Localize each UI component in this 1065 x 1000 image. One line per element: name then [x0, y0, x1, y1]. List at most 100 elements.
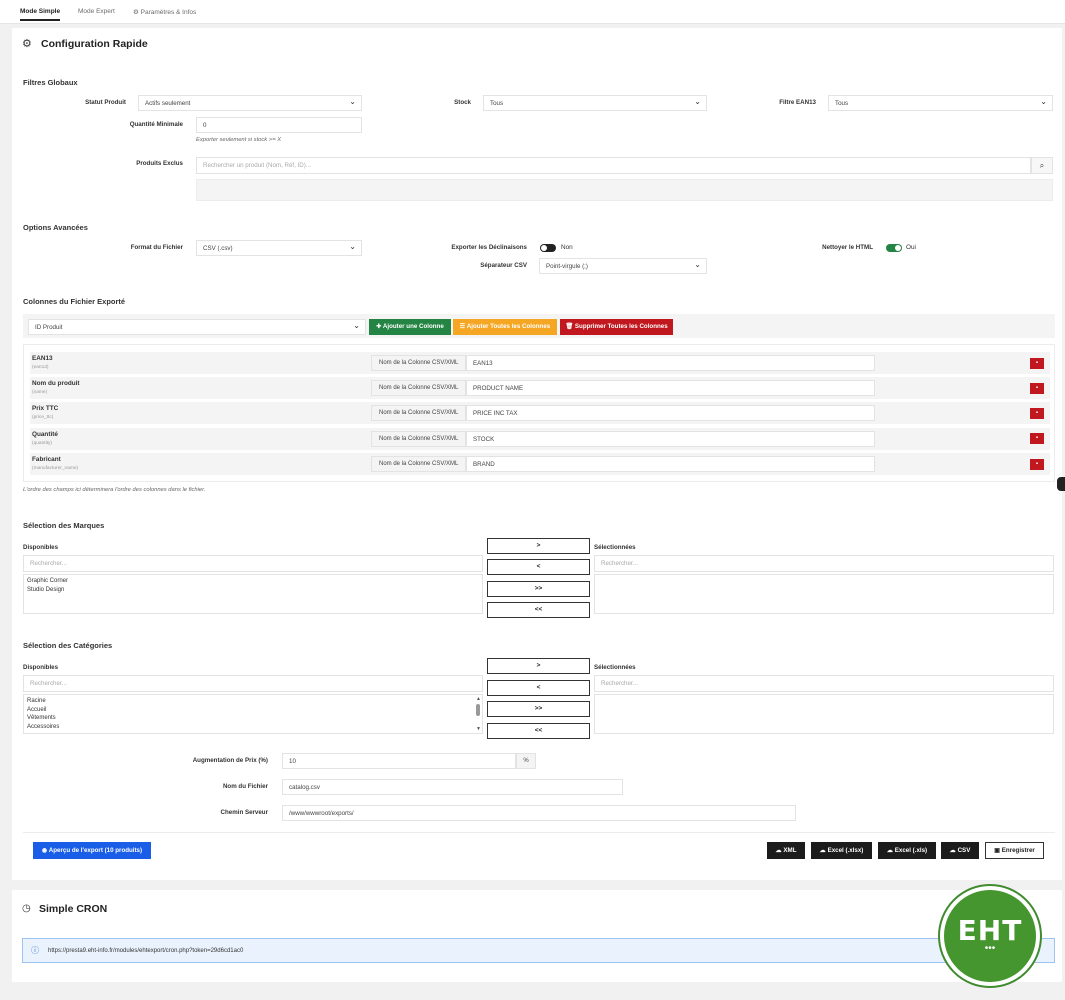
min-quantity-help: Exporter seulement si stock >= X [196, 137, 282, 143]
file-format-label: Format du Fichier [130, 244, 183, 251]
add-all-columns-label: Ajouter Toutes les Colonnes [466, 323, 551, 330]
clean-html-value: Oui [906, 244, 916, 251]
export-csv-button[interactable]: ☁ CSV [941, 842, 979, 859]
add-column-label: Ajouter une Colonne [382, 323, 444, 330]
add-all-columns-button[interactable]: ☰ Ajouter Toutes les Colonnes [453, 319, 557, 335]
clean-html-toggle[interactable] [886, 244, 902, 252]
column-name-addon: Nom de la Colonne CSV/XML [371, 355, 467, 371]
brands-remove-button[interactable]: < [487, 559, 590, 575]
column-name-input[interactable]: STOCK [466, 431, 875, 447]
brands-selected-list[interactable] [594, 574, 1054, 614]
tab-simple-mode[interactable]: Mode Simple [20, 8, 61, 21]
cloud-download-icon: ☁ [886, 847, 895, 854]
categories-available-list[interactable]: Racine Accueil Vêtements Accessoires [23, 694, 483, 734]
column-name-input[interactable]: EAN13 [466, 355, 875, 371]
stock-label: Stock [454, 99, 471, 106]
excluded-products-label: Produits Exclus [136, 160, 183, 167]
cron-url[interactable]: https://presta9.eht-info.fr/modules/ehte… [48, 948, 243, 954]
list-icon: ☰ [459, 323, 467, 330]
categories-scrollbar[interactable]: ▲ ▼ [476, 696, 481, 732]
declinations-toggle[interactable] [540, 244, 556, 252]
column-name: Nom du produit [32, 380, 80, 387]
tab-bar: Mode Simple Mode Expert ⚙ Paramètres & I… [0, 0, 1065, 24]
delete-column-button[interactable]: ▪ [1030, 408, 1044, 419]
divider [23, 832, 1055, 833]
delete-column-button[interactable]: ▪ [1030, 433, 1044, 444]
side-widget-tab[interactable] [1057, 477, 1065, 491]
delete-column-button[interactable]: ▪ [1030, 459, 1044, 470]
tab-expert-mode[interactable]: Mode Expert [78, 8, 115, 15]
excluded-products-search[interactable]: Rechercher un produit (Nom, Réf, ID)... [196, 157, 1031, 174]
filename-input[interactable]: catalog.csv [282, 779, 623, 795]
brands-available-search[interactable]: Rechercher... [23, 555, 483, 572]
advanced-options-title: Options Avancées [23, 223, 88, 232]
columns-order-help: L'ordre des champs ici déterminera l'ord… [23, 487, 206, 493]
categories-remove-all-button[interactable]: << [487, 723, 590, 739]
trash-icon: ▪ [1035, 435, 1039, 441]
categories-selected-list[interactable] [594, 694, 1054, 734]
column-name-input[interactable]: BRAND [466, 456, 875, 472]
column-key: (name) [32, 390, 48, 395]
columns-title: Colonnes du Fichier Exporté [23, 297, 126, 306]
server-path-input[interactable]: /www/wwwroot/exports/ [282, 805, 796, 821]
export-xls-button[interactable]: ☁ Excel (.xls) [878, 842, 936, 859]
export-xml-button[interactable]: ☁ XML [767, 842, 805, 859]
list-item[interactable]: Racine [27, 697, 479, 706]
list-item[interactable]: Accueil [27, 706, 479, 715]
brands-remove-all-button[interactable]: << [487, 602, 590, 618]
min-quantity-label: Quantité Minimale [129, 121, 183, 128]
list-item[interactable]: Accessoires [27, 723, 479, 732]
delete-column-button[interactable]: ▪ [1030, 358, 1044, 369]
list-item[interactable]: Graphic Corner [27, 577, 479, 586]
column-select[interactable]: ID Produit [28, 319, 366, 335]
clean-html-label: Nettoyer le HTML [822, 244, 873, 251]
categories-add-button[interactable]: > [487, 658, 590, 674]
preview-button[interactable]: ◉ Aperçu de l'export (10 produits) [33, 842, 151, 859]
brands-available-label: Disponibles [23, 544, 59, 551]
brands-selected-label: Sélectionnées [594, 544, 636, 551]
preview-label: Aperçu de l'export (10 produits) [48, 847, 143, 854]
categories-available-search[interactable]: Rechercher... [23, 675, 483, 692]
remove-all-columns-button[interactable]: 🗑 Supprimer Toutes les Colonnes [560, 319, 673, 335]
ean-filter-select[interactable]: Tous [828, 95, 1053, 111]
status-select[interactable]: Actifs seulement [138, 95, 362, 111]
price-increase-input[interactable]: 10 [282, 753, 516, 769]
column-name: Fabricant [32, 456, 61, 463]
export-xlsx-button[interactable]: ☁ Excel (.xlsx) [811, 842, 872, 859]
save-button[interactable]: ▣ Enregistrer [985, 842, 1044, 859]
search-icon[interactable]: ⌕ [1031, 157, 1053, 174]
categories-available-label: Disponibles [23, 664, 59, 671]
column-name-addon: Nom de la Colonne CSV/XML [371, 380, 467, 396]
csv-separator-select[interactable]: Point-virgule (;) [539, 258, 707, 274]
filename-label: Nom du Fichier [222, 783, 268, 790]
list-item[interactable]: Vêtements [27, 714, 479, 723]
brands-add-button[interactable]: > [487, 538, 590, 554]
info-icon: ⓘ [31, 946, 39, 955]
brands-title: Sélection des Marques [23, 521, 105, 530]
eye-icon: ◉ [41, 847, 49, 854]
delete-column-button[interactable]: ▪ [1030, 383, 1044, 394]
column-name-input[interactable]: PRODUCT NAME [466, 380, 875, 396]
categories-selected-search[interactable]: Rechercher... [594, 675, 1054, 692]
stock-select[interactable]: Tous [483, 95, 707, 111]
brands-add-all-button[interactable]: >> [487, 581, 590, 597]
file-format-select[interactable]: CSV (.csv) [196, 240, 362, 256]
column-name-input[interactable]: PRICE INC TAX [466, 405, 875, 421]
save-label: Enregistrer [1001, 847, 1035, 854]
list-item[interactable]: Studio Design [27, 586, 479, 595]
brands-available-list[interactable]: Graphic Corner Studio Design [23, 574, 483, 614]
export-xls-label: Excel (.xls) [894, 847, 928, 854]
min-quantity-input[interactable]: 0 [196, 117, 362, 133]
column-name-addon: Nom de la Colonne CSV/XML [371, 405, 467, 421]
categories-add-all-button[interactable]: >> [487, 701, 590, 717]
server-path-label: Chemin Serveur [220, 809, 268, 816]
categories-remove-button[interactable]: < [487, 680, 590, 696]
add-column-button[interactable]: ✚ Ajouter une Colonne [369, 319, 451, 335]
declinations-label: Exporter les Déclinaisons [451, 244, 527, 251]
brands-selected-search[interactable]: Rechercher... [594, 555, 1054, 572]
column-name: Quantité [32, 431, 58, 438]
status-label: Statut Produit [85, 99, 126, 106]
gears-icon: ⚙ [22, 38, 32, 50]
eht-logo: EHT ••• [944, 890, 1036, 982]
tab-settings[interactable]: ⚙ Paramètres & Infos [133, 8, 196, 16]
